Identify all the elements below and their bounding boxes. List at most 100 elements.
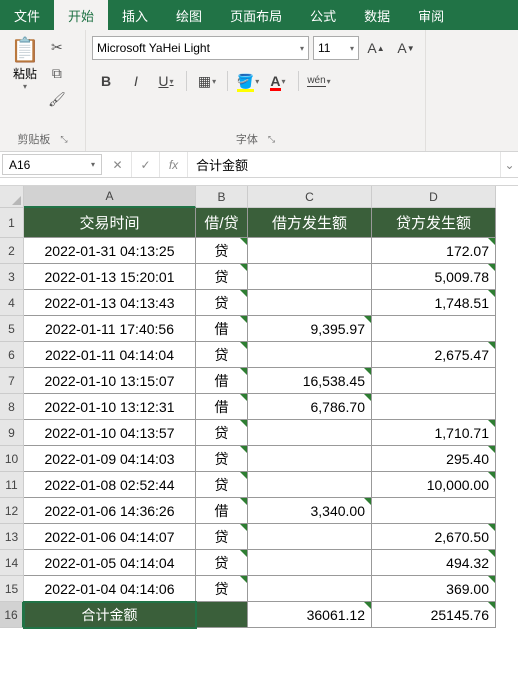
cell-debit[interactable] [248,524,372,550]
copy-icon[interactable]: ⧉ [46,62,68,84]
cell-dc[interactable]: 借 [196,316,248,342]
col-head-B[interactable]: B [196,186,248,208]
tab-draw[interactable]: 绘图 [162,0,216,30]
cell-time[interactable]: 2022-01-10 04:13:57 [24,420,196,446]
bold-button[interactable]: B [92,68,120,94]
paste-button[interactable]: 粘贴 [13,65,37,82]
row-head[interactable]: 13 [0,524,24,550]
tab-home[interactable]: 开始 [54,0,108,30]
cell-credit[interactable]: 172.07 [372,238,496,264]
cell-time[interactable]: 2022-01-04 04:14:06 [24,576,196,602]
tab-formulas[interactable]: 公式 [296,0,350,30]
fill-color-button[interactable]: 🪣▾ [234,68,262,94]
font-size-select[interactable]: 11▾ [313,36,359,60]
format-painter-icon[interactable]: 🖌 [46,88,68,110]
col-head-D[interactable]: D [372,186,496,208]
name-box[interactable]: A16▾ [2,154,102,175]
row-head[interactable]: 14 [0,550,24,576]
fx-icon[interactable]: fx [160,152,188,177]
tab-insert[interactable]: 插入 [108,0,162,30]
cell-credit[interactable] [372,368,496,394]
row-head[interactable]: 11 [0,472,24,498]
paste-dropdown[interactable]: ▾ [23,82,27,91]
row-head[interactable]: 15 [0,576,24,602]
confirm-formula-icon[interactable]: ✓ [132,152,160,177]
cell-credit[interactable] [372,498,496,524]
header-credit[interactable]: 贷方发生额 [372,208,496,238]
cell-time[interactable]: 2022-01-13 04:13:43 [24,290,196,316]
cell-dc[interactable]: 贷 [196,446,248,472]
cell-credit[interactable]: 2,670.50 [372,524,496,550]
expand-formula-icon[interactable]: ⌄ [500,152,518,177]
cell-credit[interactable]: 1,710.71 [372,420,496,446]
select-all-corner[interactable] [0,186,24,208]
row-head[interactable]: 7 [0,368,24,394]
cell-total-debit[interactable]: 36061.12 [248,602,372,628]
cut-icon[interactable]: ✂ [46,36,68,58]
row-head[interactable]: 3 [0,264,24,290]
font-launcher-icon[interactable]: ⤡ [268,134,275,145]
cell-dc[interactable]: 借 [196,394,248,420]
cell-time[interactable]: 2022-01-31 04:13:25 [24,238,196,264]
tab-review[interactable]: 审阅 [404,0,458,30]
col-head-C[interactable]: C [248,186,372,208]
cell-dc[interactable]: 贷 [196,264,248,290]
clipboard-launcher-icon[interactable]: ⤡ [60,134,67,145]
cell-total-label[interactable]: 合计金额 [24,602,196,628]
cell-credit[interactable]: 295.40 [372,446,496,472]
cell-dc[interactable]: 贷 [196,576,248,602]
formula-input[interactable]: 合计金额 [188,152,500,177]
underline-button[interactable]: U▾ [152,68,180,94]
font-name-select[interactable]: Microsoft YaHei Light▾ [92,36,309,60]
cell-debit[interactable]: 16,538.45 [248,368,372,394]
cell-total-dc[interactable] [196,602,248,628]
row-head[interactable]: 16 [0,602,24,628]
cell-debit[interactable] [248,472,372,498]
cell-dc[interactable]: 贷 [196,238,248,264]
cell-time[interactable]: 2022-01-13 15:20:01 [24,264,196,290]
cell-dc[interactable]: 贷 [196,524,248,550]
cell-credit[interactable]: 2,675.47 [372,342,496,368]
cell-time[interactable]: 2022-01-09 04:14:03 [24,446,196,472]
cell-debit[interactable] [248,576,372,602]
row-head[interactable]: 6 [0,342,24,368]
cell-dc[interactable]: 贷 [196,290,248,316]
cell-time[interactable]: 2022-01-08 02:52:44 [24,472,196,498]
cell-debit[interactable] [248,420,372,446]
tab-file[interactable]: 文件 [0,0,54,30]
row-head[interactable]: 12 [0,498,24,524]
cell-dc[interactable]: 贷 [196,420,248,446]
cell-debit[interactable] [248,290,372,316]
row-head[interactable]: 8 [0,394,24,420]
tab-layout[interactable]: 页面布局 [216,0,296,30]
header-time[interactable]: 交易时间 [24,208,196,238]
cell-debit[interactable]: 6,786.70 [248,394,372,420]
header-dc[interactable]: 借/贷 [196,208,248,238]
cell-debit[interactable] [248,446,372,472]
cell-time[interactable]: 2022-01-06 04:14:07 [24,524,196,550]
cell-debit[interactable] [248,264,372,290]
italic-button[interactable]: I [122,68,150,94]
decrease-font-icon[interactable]: A▼ [393,36,419,60]
cell-time[interactable]: 2022-01-11 17:40:56 [24,316,196,342]
cell-credit[interactable]: 1,748.51 [372,290,496,316]
cell-debit[interactable] [248,550,372,576]
paste-icon[interactable]: 📋 [10,36,40,65]
row-head[interactable]: 4 [0,290,24,316]
col-head-A[interactable]: A [24,186,196,208]
cell-time[interactable]: 2022-01-10 13:15:07 [24,368,196,394]
row-head[interactable]: 9 [0,420,24,446]
cell-total-credit[interactable]: 25145.76 [372,602,496,628]
cell-time[interactable]: 2022-01-06 14:36:26 [24,498,196,524]
cell-debit[interactable] [248,238,372,264]
cell-credit[interactable] [372,316,496,342]
cell-credit[interactable]: 5,009.78 [372,264,496,290]
cell-credit[interactable]: 494.32 [372,550,496,576]
row-head[interactable]: 2 [0,238,24,264]
font-color-button[interactable]: A▾ [264,68,292,94]
cell-credit[interactable] [372,394,496,420]
cell-dc[interactable]: 贷 [196,472,248,498]
phonetic-button[interactable]: wén▾ [305,68,333,94]
cell-credit[interactable]: 10,000.00 [372,472,496,498]
increase-font-icon[interactable]: A▲ [363,36,389,60]
